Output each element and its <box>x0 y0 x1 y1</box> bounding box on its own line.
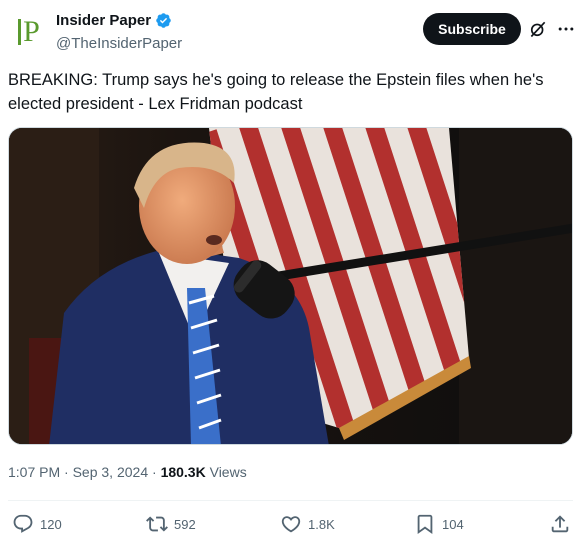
bookmark-icon <box>417 514 433 535</box>
bookmark-button[interactable]: 104 <box>414 513 464 535</box>
verified-badge-icon <box>156 13 171 28</box>
like-button[interactable]: 1.8K <box>280 513 335 535</box>
meta-separator-2: · <box>152 464 157 480</box>
author-name-row[interactable]: Insider Paper <box>56 12 172 29</box>
tweet-meta: 1:07 PM · Sep 3, 2024 · 180.3K Views <box>8 464 247 480</box>
avatar-logo-bar <box>18 19 22 45</box>
display-name[interactable]: Insider Paper <box>56 12 151 29</box>
reply-icon <box>13 514 33 533</box>
subscribe-button[interactable]: Subscribe <box>423 13 521 45</box>
tweet-text: BREAKING: Trump says he's going to relea… <box>8 71 544 113</box>
share-button[interactable] <box>549 513 577 535</box>
video-frame-image <box>9 128 572 444</box>
avatar[interactable]: P <box>8 12 48 52</box>
reply-button[interactable]: 120 <box>12 513 62 535</box>
views-count[interactable]: 180.3K <box>161 464 206 480</box>
tweet-media-video[interactable] <box>8 127 573 445</box>
views-label: Views <box>209 464 247 480</box>
divider <box>8 500 573 501</box>
tweet-date[interactable]: Sep 3, 2024 <box>73 464 149 480</box>
tweet-card: P Insider Paper @TheInsiderPaper Subscri… <box>0 0 587 547</box>
meta-separator: · <box>64 464 69 480</box>
repost-count: 592 <box>174 516 196 532</box>
bookmark-count: 104 <box>442 516 464 532</box>
repost-button[interactable]: 592 <box>146 513 196 535</box>
like-count: 1.8K <box>308 516 335 532</box>
more-options-icon[interactable] <box>556 19 576 39</box>
handle[interactable]: @TheInsiderPaper <box>56 35 182 52</box>
share-icon <box>551 515 569 533</box>
tweet-time[interactable]: 1:07 PM <box>8 464 60 480</box>
heart-icon <box>281 516 301 533</box>
repost-icon <box>146 516 168 532</box>
reply-count: 120 <box>40 516 62 532</box>
grok-icon[interactable] <box>528 19 548 39</box>
avatar-logo-letter: P <box>23 15 40 48</box>
